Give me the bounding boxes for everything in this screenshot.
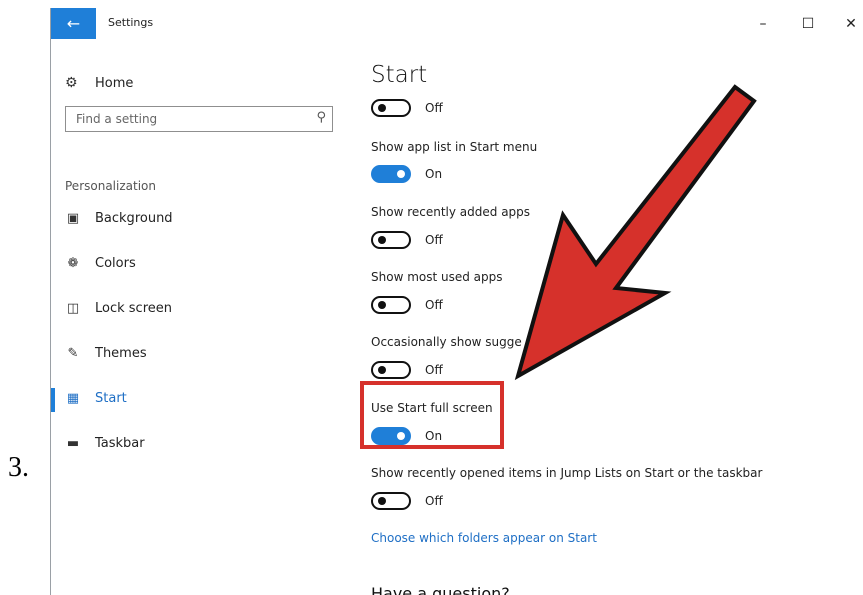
- red-arrow-annotation: [514, 84, 757, 381]
